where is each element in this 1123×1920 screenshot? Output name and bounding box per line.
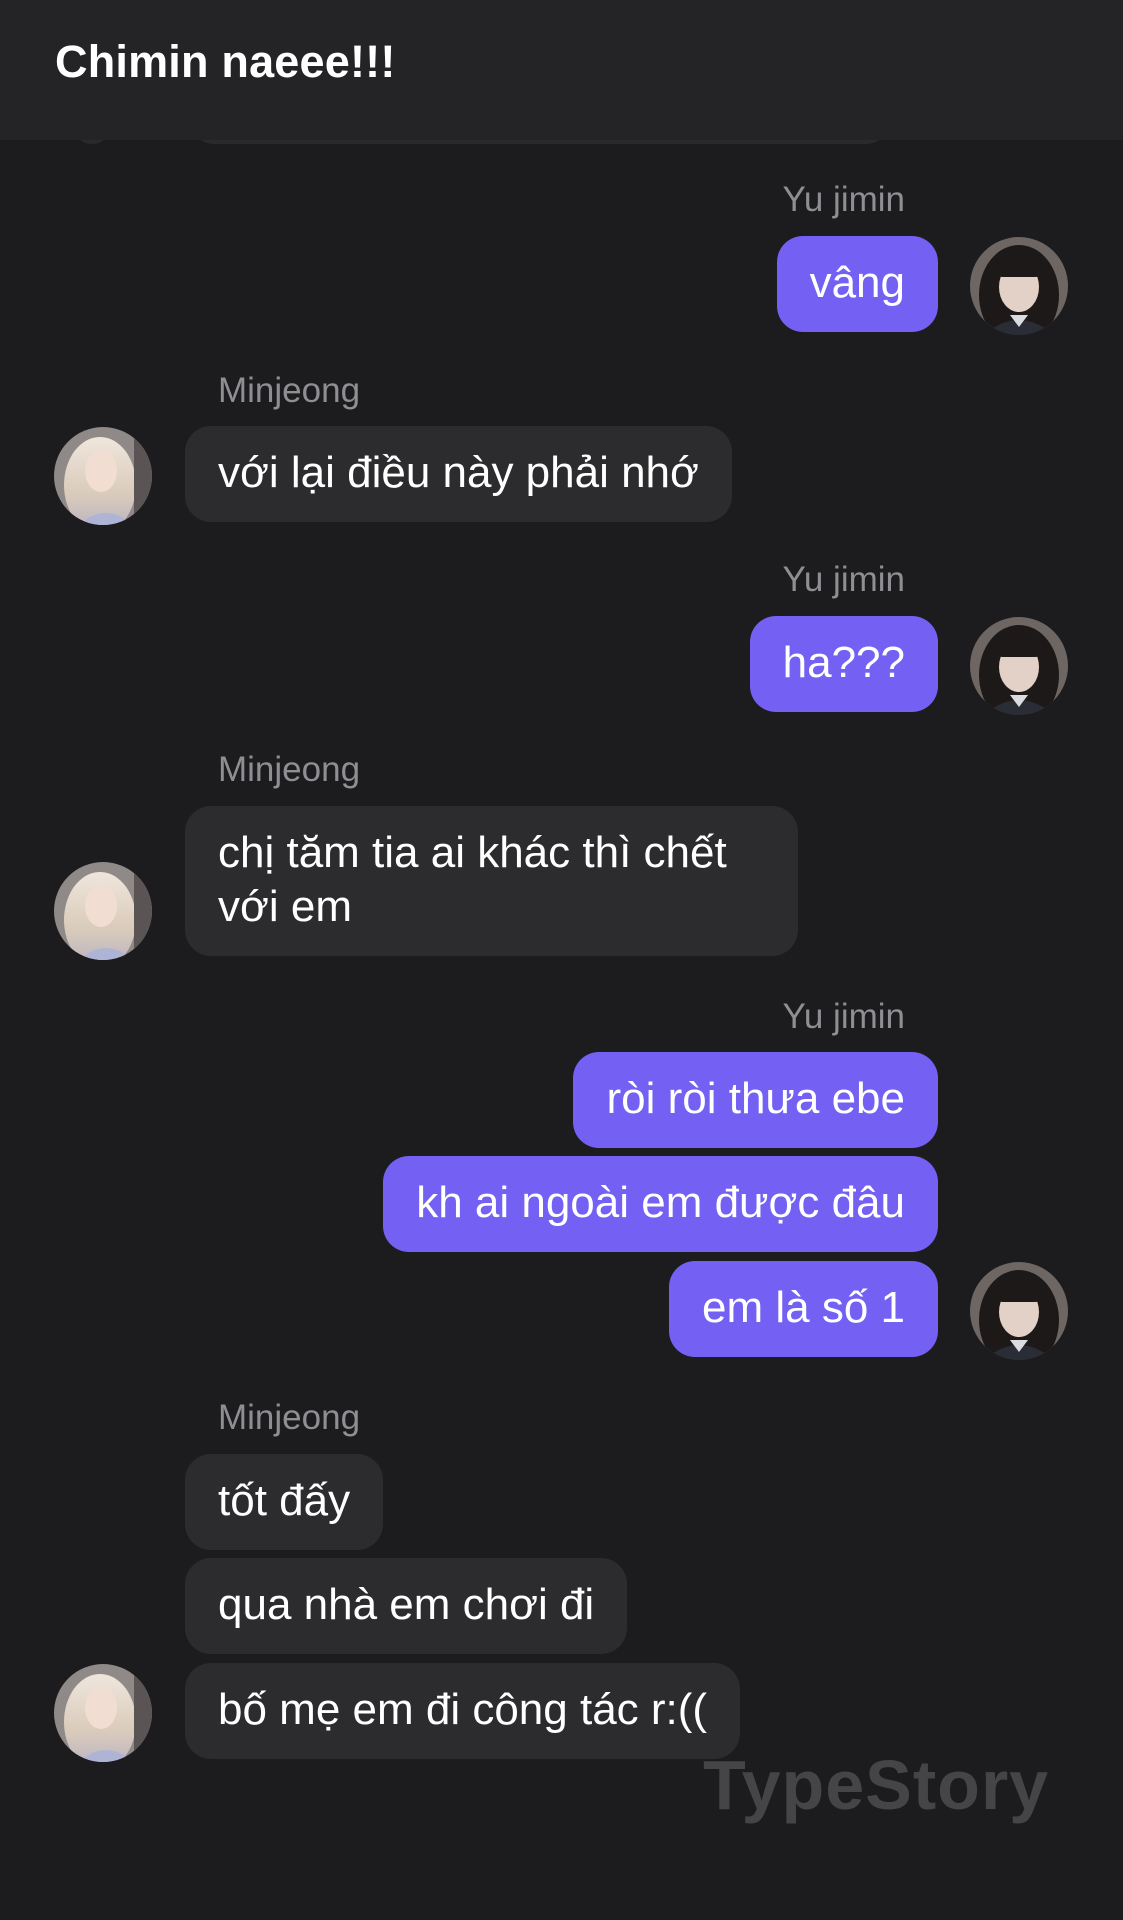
chat-title: Chimin naeee!!! — [55, 36, 396, 87]
sender-name-minjeong: Minjeong — [218, 750, 361, 789]
sender-name-yu-jimin: Yu jimin — [782, 997, 905, 1036]
sender-name-yu-jimin: Yu jimin — [782, 180, 905, 219]
outgoing-message[interactable]: vâng — [776, 236, 938, 332]
yu-jimin-avatar[interactable] — [970, 1262, 1068, 1360]
sender-name-minjeong: Minjeong — [218, 1398, 361, 1437]
minjeong-avatar[interactable] — [54, 427, 152, 525]
incoming-message[interactable]: chị tăm tia ai khác thì chết với em — [185, 806, 798, 956]
incoming-message[interactable]: với lại điều này phải nhớ — [185, 426, 732, 522]
yu-jimin-avatar[interactable] — [970, 617, 1068, 715]
typestory-watermark: TypeStory — [703, 1746, 1050, 1824]
outgoing-message[interactable]: ha??? — [749, 616, 938, 712]
yu-jimin-avatar[interactable] — [970, 237, 1068, 335]
chat-header: Chimin naeee!!! — [0, 0, 1123, 140]
sender-name-yu-jimin: Yu jimin — [782, 560, 905, 599]
outgoing-message[interactable]: kh ai ngoài em được đâu — [383, 1156, 938, 1252]
minjeong-avatar[interactable] — [54, 1664, 152, 1762]
incoming-message[interactable]: bố mẹ em đi công tác r:(( — [185, 1663, 741, 1759]
incoming-message[interactable]: qua nhà em chơi đi — [185, 1558, 628, 1654]
outgoing-message[interactable]: em là số 1 — [669, 1261, 938, 1357]
sender-name-minjeong: Minjeong — [218, 371, 361, 410]
incoming-message[interactable]: tốt đấy — [185, 1454, 384, 1550]
outgoing-message[interactable]: ròi ròi thưa ebe — [573, 1052, 938, 1148]
minjeong-avatar[interactable] — [54, 862, 152, 960]
